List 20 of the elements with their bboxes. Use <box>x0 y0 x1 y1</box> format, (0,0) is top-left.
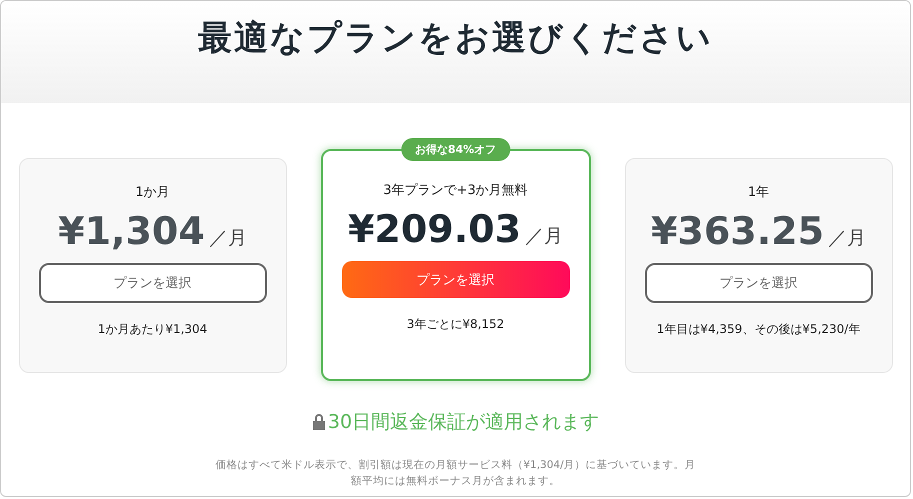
select-plan-button[interactable]: プランを選択 <box>342 261 570 298</box>
price-unit: ／月 <box>525 224 564 249</box>
plan-name: 1か月 <box>135 184 170 200</box>
price-unit: ／月 <box>828 226 866 250</box>
plan-price: ¥1,304 <box>58 208 205 252</box>
plan-price: ¥363.25 <box>650 208 824 252</box>
pricing-footnote: 価格はすべて米ドル表示で、割引額は現在の月額サービス料（¥1,304/月）に基づいています。月額平均には無料ボーナス月が含まれます。 <box>214 458 697 489</box>
plan-name: 3年プランで+3か月無料 <box>383 182 528 199</box>
plan-name: 1年 <box>748 184 770 200</box>
price-unit: ／月 <box>208 226 247 250</box>
billing-note: 1年目は¥4,359、その後は¥5,230/年 <box>656 320 860 338</box>
page-title: 最適なプランをお選びください <box>198 17 713 60</box>
select-plan-button[interactable]: プランを選択 <box>38 262 266 302</box>
guarantee-text: 30日間返金保証が適用されます <box>328 410 600 435</box>
billing-note: 1か月あたり¥1,304 <box>98 320 208 338</box>
lock-icon <box>312 413 326 431</box>
select-plan-button[interactable]: プランを選択 <box>644 262 872 302</box>
billing-note: 3年ごとに¥8,152 <box>406 316 504 333</box>
plan-price: ¥209.03 <box>348 207 522 251</box>
discount-badge: お得な84%オフ <box>400 138 510 161</box>
